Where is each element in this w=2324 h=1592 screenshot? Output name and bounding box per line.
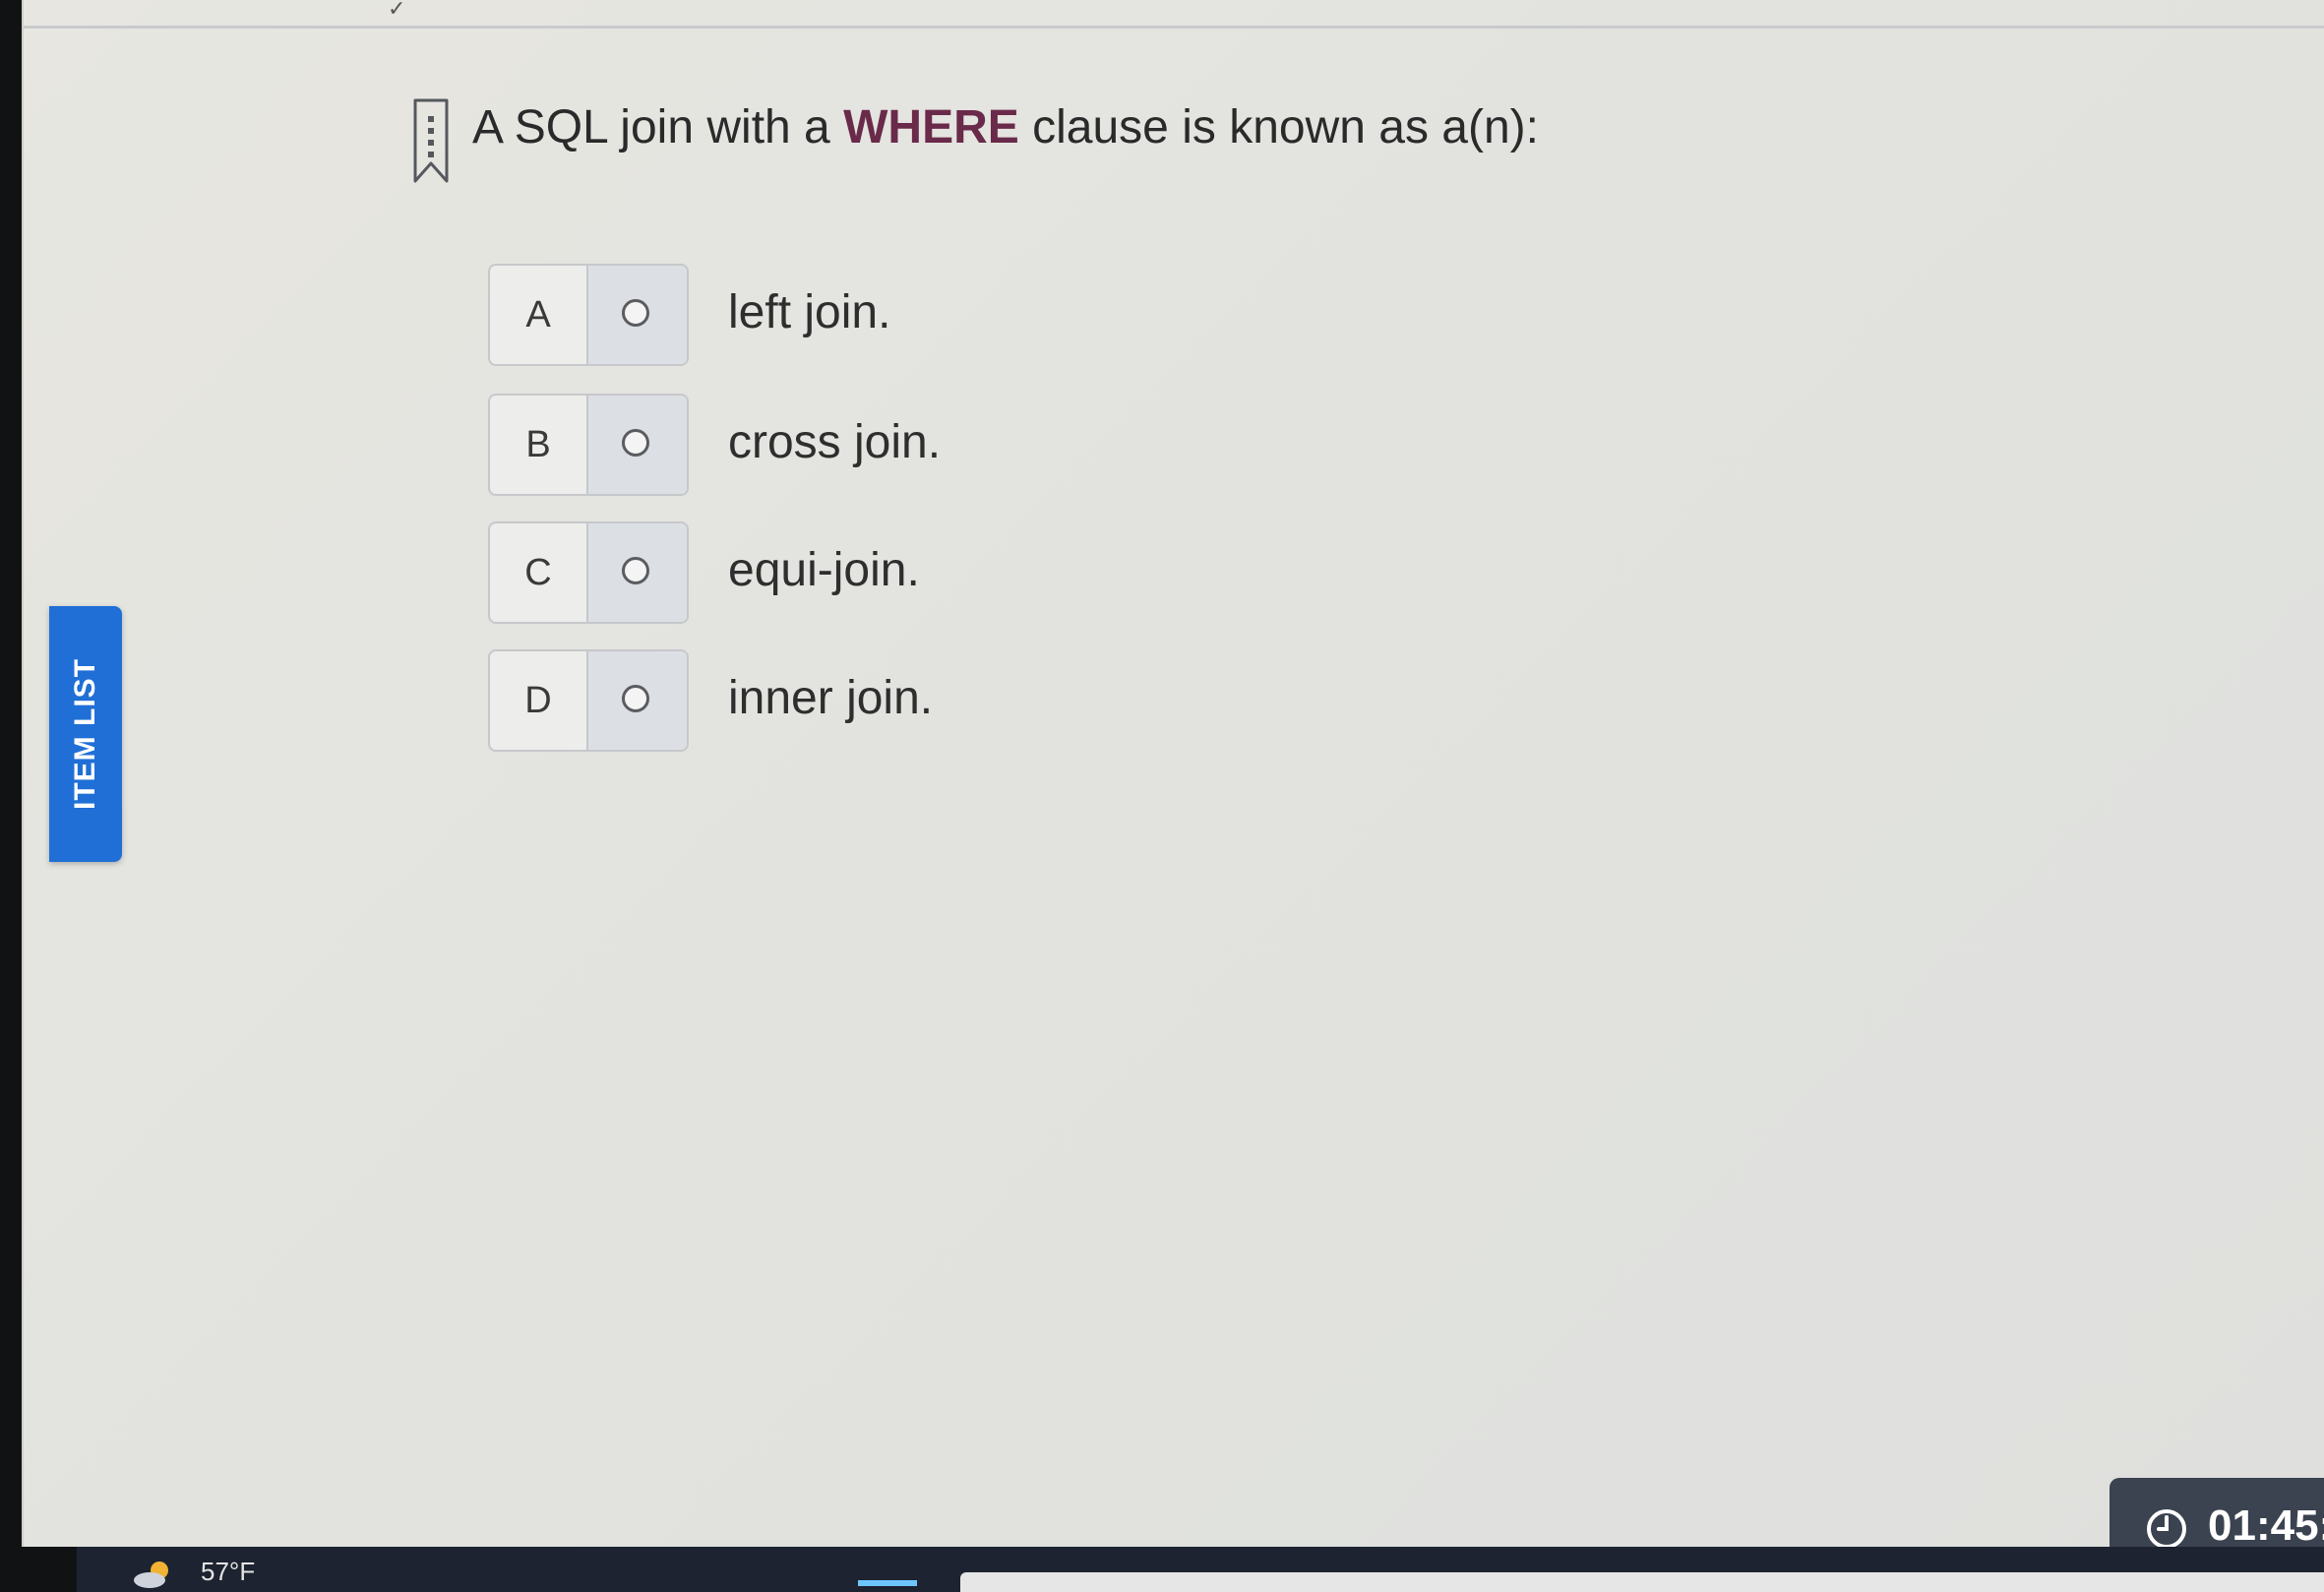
question-keyword: WHERE bbox=[843, 101, 1019, 153]
exam-screen: ✓ bbox=[22, 0, 2324, 1547]
option-letter: D bbox=[490, 651, 588, 750]
item-list-label: ITEM LIST bbox=[69, 658, 101, 810]
partly-cloudy-icon[interactable] bbox=[132, 1559, 175, 1588]
radio-button[interactable] bbox=[622, 429, 649, 457]
answer-option-a[interactable]: A left join. bbox=[488, 264, 1334, 366]
question-prefix: A SQL join with a bbox=[472, 101, 844, 153]
timer-value: 01:45:3 bbox=[2208, 1501, 2324, 1550]
radio-button[interactable] bbox=[622, 557, 649, 584]
option-text[interactable]: left join. bbox=[728, 264, 890, 362]
question-suffix: clause is known as a(n): bbox=[1018, 101, 1539, 153]
answer-option-b[interactable]: B cross join. bbox=[488, 394, 1334, 496]
option-radio-cell[interactable] bbox=[588, 651, 687, 750]
option-radio-cell[interactable] bbox=[588, 523, 687, 622]
clock-icon bbox=[2147, 1509, 2186, 1549]
option-selector[interactable]: C bbox=[488, 521, 689, 624]
top-divider bbox=[24, 26, 2324, 29]
option-text[interactable]: cross join. bbox=[728, 394, 941, 492]
taskbar-panel bbox=[960, 1572, 2324, 1592]
option-text[interactable]: equi-join. bbox=[728, 521, 920, 620]
option-radio-cell[interactable] bbox=[588, 266, 687, 364]
option-radio-cell[interactable] bbox=[588, 396, 687, 494]
check-mark-icon: ✓ bbox=[388, 0, 406, 21]
option-selector[interactable]: B bbox=[488, 394, 689, 496]
option-selector[interactable]: D bbox=[488, 649, 689, 752]
answer-option-d[interactable]: D inner join. bbox=[488, 649, 1334, 752]
radio-button[interactable] bbox=[622, 299, 649, 327]
option-selector[interactable]: A bbox=[488, 264, 689, 366]
option-letter: B bbox=[490, 396, 588, 494]
taskbar-active-app[interactable] bbox=[858, 1580, 917, 1586]
os-taskbar: 57°F bbox=[77, 1547, 2324, 1592]
option-letter: A bbox=[490, 266, 588, 364]
option-letter: C bbox=[490, 523, 588, 622]
question-text: A SQL join with a WHERE clause is known … bbox=[472, 100, 1539, 154]
answer-option-c[interactable]: C equi-join. bbox=[488, 521, 1334, 624]
weather-temperature[interactable]: 57°F bbox=[201, 1557, 255, 1587]
option-text[interactable]: inner join. bbox=[728, 649, 933, 748]
bookmark-flag-icon[interactable] bbox=[411, 98, 451, 185]
radio-button[interactable] bbox=[622, 685, 649, 712]
item-list-tab[interactable]: ITEM LIST bbox=[49, 606, 122, 862]
